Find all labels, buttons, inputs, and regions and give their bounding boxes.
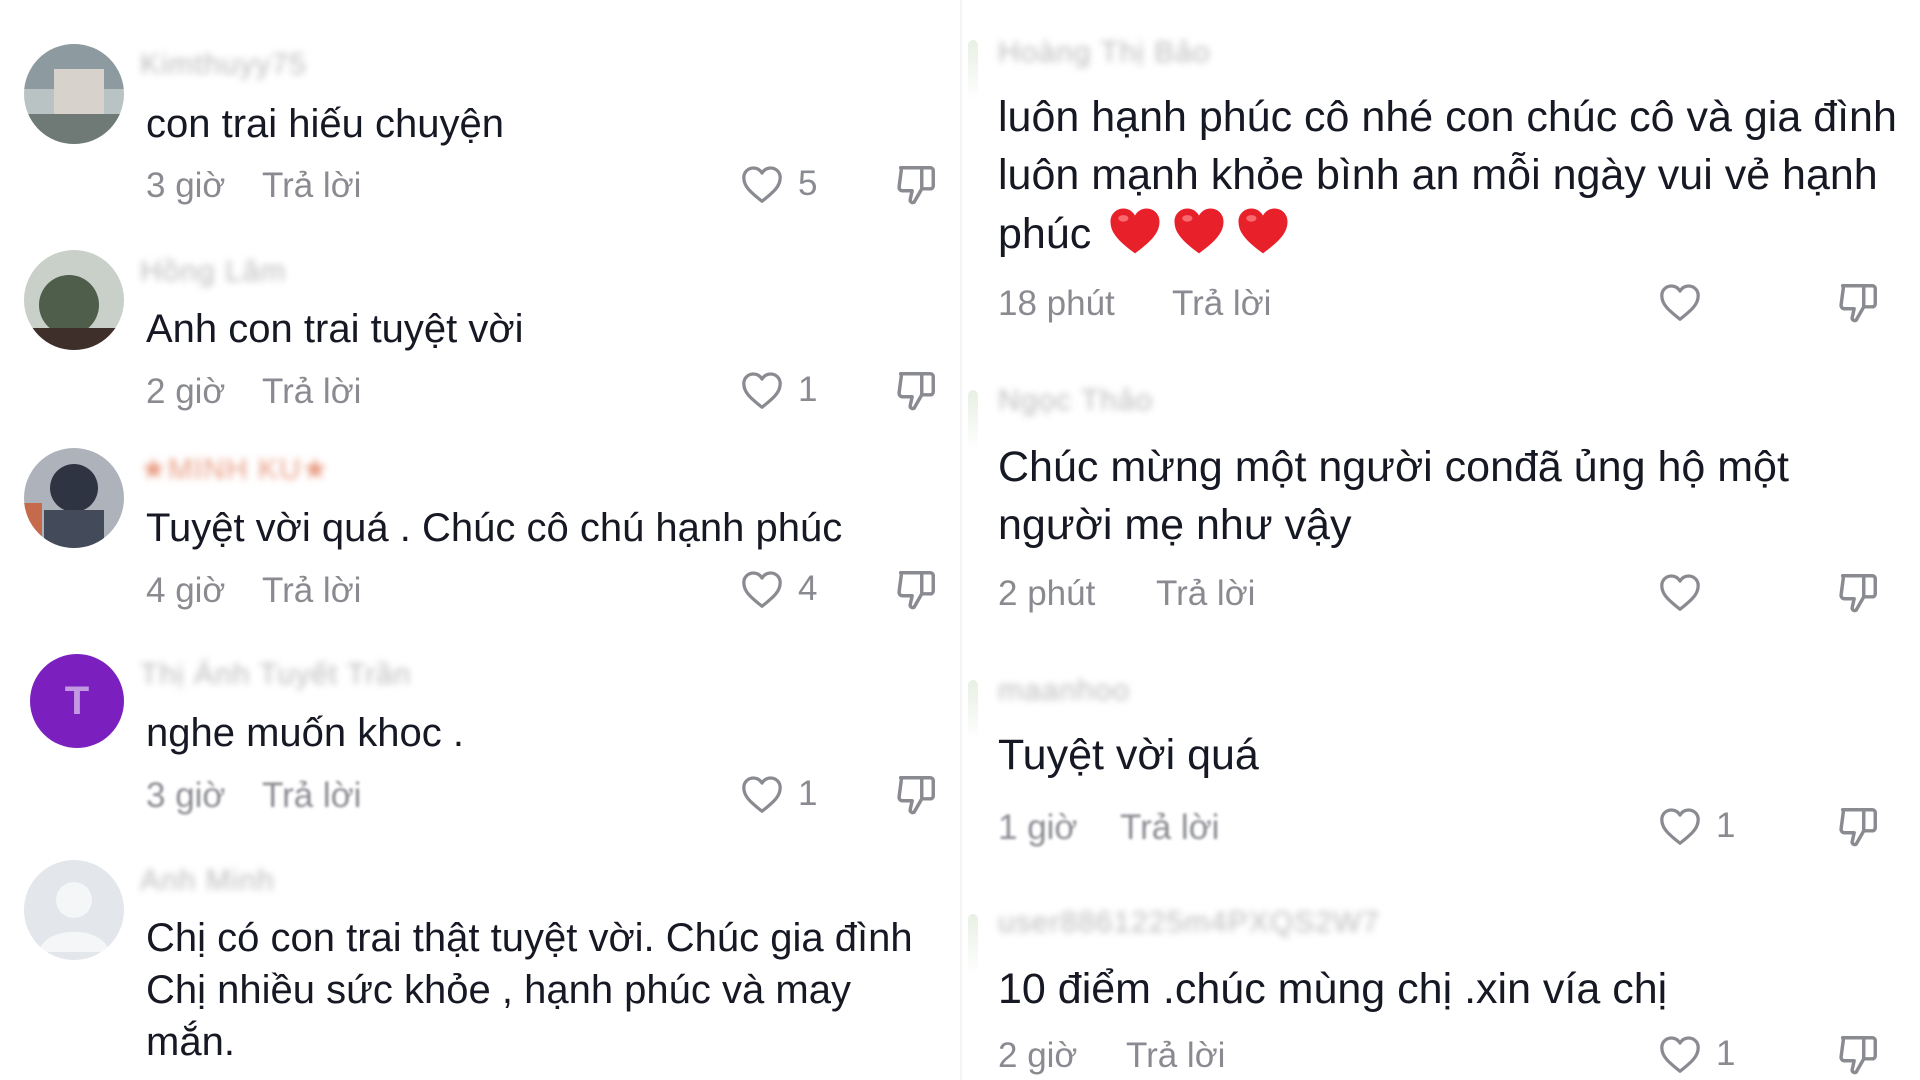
like-button[interactable]: 5 (740, 164, 817, 204)
comment-text: Chị có con trai thật tuyệt vời. Chúc gia… (146, 916, 913, 1064)
reply-button[interactable]: Trả lời (1156, 574, 1255, 614)
dislike-button[interactable] (1835, 280, 1881, 326)
comment-text: Tuyệt vời quá . Chúc cô chú hạnh phúc (146, 506, 843, 550)
like-button[interactable]: 1 (1658, 806, 1735, 846)
reply-button[interactable]: Trả lời (262, 372, 361, 412)
like-button[interactable]: 1 (1658, 1034, 1735, 1074)
comment-text: nghe muốn khoc . (146, 711, 464, 755)
reply-button[interactable]: Trả lời (262, 571, 361, 611)
comment-text: luôn hạnh phúc cô nhé con chúc cô và gia… (998, 88, 1913, 263)
like-count: 1 (798, 774, 818, 813)
heart-outline-icon (742, 372, 782, 409)
comment-time: 2 phút (998, 574, 1096, 613)
thumbs-down-icon (1839, 1036, 1877, 1075)
avatar[interactable] (968, 40, 978, 100)
dislike-button[interactable] (893, 772, 936, 818)
heart-emoji-group (1107, 204, 1291, 256)
username[interactable]: Ngọc Thảo (998, 384, 1153, 418)
comment-time: 3 giờ (146, 166, 226, 205)
comment-text: Anh con trai tuyệt vời (146, 307, 524, 351)
username[interactable]: maanhoo (998, 674, 1130, 708)
dislike-button[interactable] (1835, 1032, 1881, 1078)
comment-time: 1 giờ (998, 808, 1078, 847)
comment-time: 3 giờ (146, 776, 226, 815)
heart-outline-icon (1660, 1036, 1700, 1073)
comment-time: 2 giờ (998, 1036, 1078, 1075)
dislike-button[interactable] (893, 368, 936, 414)
comment-time: 2 giờ (146, 372, 226, 411)
heart-outline-icon (742, 571, 782, 608)
like-button[interactable]: 1 (740, 774, 817, 814)
heart-outline-icon (1660, 574, 1700, 611)
thumbs-down-icon (1839, 284, 1877, 323)
dislike-button[interactable] (1835, 570, 1881, 616)
avatar[interactable] (24, 448, 124, 548)
username[interactable]: Hoàng Thị Bảo (998, 36, 1211, 70)
like-button[interactable] (1658, 282, 1716, 322)
like-count: 1 (1716, 806, 1736, 845)
thumbs-down-icon (897, 776, 935, 815)
like-button[interactable]: 4 (740, 569, 817, 609)
dislike-button[interactable] (893, 567, 936, 613)
like-button[interactable] (1658, 572, 1716, 612)
comment-text: 10 điểm .chúc mùng chị .xin vía chị (998, 965, 1668, 1013)
comment-text: Tuyệt vời quá (998, 731, 1259, 779)
heart-outline-icon (1660, 808, 1700, 845)
like-count: 1 (1716, 1034, 1736, 1073)
dislike-button[interactable] (1835, 804, 1881, 850)
comment-time: 4 giờ (146, 571, 226, 610)
dislike-button[interactable] (893, 162, 936, 208)
left-comment-panel: Kimthuyy75 con trai hiếu chuyện 3 giờ Tr… (0, 0, 936, 1080)
username[interactable]: Thị Ánh Tuyết Trần (140, 658, 411, 692)
username[interactable]: Kimthuyy75 (140, 48, 307, 82)
like-count: 5 (798, 164, 818, 203)
avatar[interactable] (968, 680, 978, 740)
like-button[interactable]: 1 (740, 370, 817, 410)
reply-button[interactable]: Trả lời (1172, 284, 1271, 324)
reply-button[interactable]: Trả lời (1120, 808, 1219, 848)
avatar-letter: T (64, 678, 90, 723)
avatar[interactable] (24, 44, 124, 144)
red-heart-emoji-icon (1238, 208, 1288, 254)
avatar[interactable] (24, 250, 124, 350)
username[interactable]: user8861225m4PXQS2W7 (998, 906, 1380, 940)
thumbs-down-icon (897, 571, 935, 610)
heart-outline-icon (742, 166, 782, 203)
red-heart-emoji-icon (1174, 208, 1224, 254)
reply-button[interactable]: Trả lời (262, 776, 361, 816)
like-count: 4 (798, 569, 818, 608)
avatar[interactable] (968, 390, 978, 450)
username[interactable]: Hồng Lâm (140, 255, 286, 289)
thumbs-down-icon (1839, 808, 1877, 847)
comment-text: Chúc mừng một người conđã ủng hộ một ngư… (998, 443, 1789, 549)
thumbs-down-icon (897, 372, 935, 411)
heart-outline-icon (742, 776, 782, 813)
heart-outline-icon (1660, 284, 1700, 321)
avatar[interactable] (24, 860, 124, 960)
like-count: 1 (798, 370, 818, 409)
avatar[interactable] (968, 914, 978, 974)
thumbs-down-icon (897, 166, 935, 205)
red-heart-emoji-icon (1110, 208, 1160, 254)
username[interactable]: Anh Minh (140, 864, 275, 898)
reply-button[interactable]: Trả lời (1126, 1036, 1225, 1076)
username[interactable]: ★MINH KU★ (140, 452, 329, 487)
comment-text: con trai hiếu chuyện (146, 102, 505, 146)
avatar[interactable]: T (30, 654, 124, 748)
reply-button[interactable]: Trả lời (262, 166, 361, 206)
thumbs-down-icon (1839, 574, 1877, 613)
comment-time: 18 phút (998, 284, 1115, 323)
right-comment-panel: Hoàng Thị Bảo luôn hạnh phúc cô nhé con … (968, 0, 1920, 1080)
panel-divider (960, 0, 962, 1080)
